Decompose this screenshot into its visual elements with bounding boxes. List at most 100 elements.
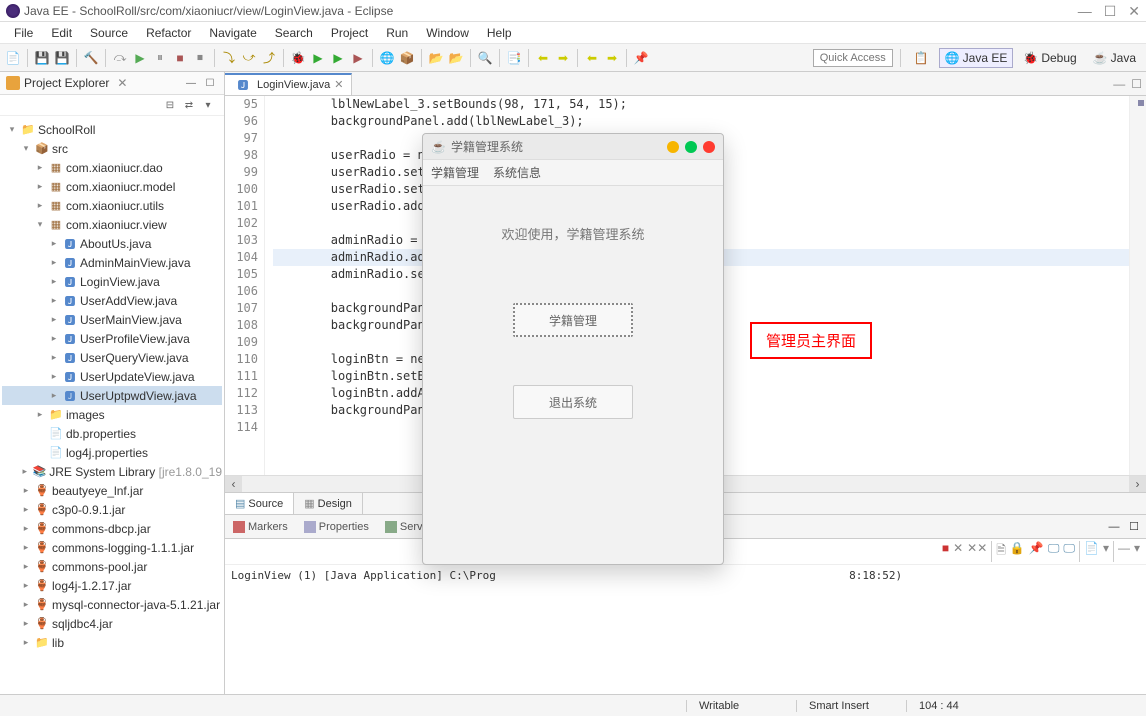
tree-lib[interactable]: ▸📁lib <box>2 633 222 652</box>
toggle-mark-icon[interactable]: 📑 <box>505 49 523 67</box>
dialog-menu-sysinfo[interactable]: 系统信息 <box>493 164 541 181</box>
tree-src[interactable]: ▾ 📦 src <box>2 139 222 158</box>
menu-help[interactable]: Help <box>479 24 520 42</box>
build-icon[interactable]: 🔨 <box>82 49 100 67</box>
tree-pkg-dao[interactable]: ▸ ▦ com.xiaoniucr.dao <box>2 158 222 177</box>
save-icon[interactable]: 💾 <box>33 49 51 67</box>
tree-jar[interactable]: ▸🏺mysql-connector-java-5.1.21.jar <box>2 595 222 614</box>
tree-file[interactable]: ▸🅹UserAddView.java <box>2 291 222 310</box>
search-icon[interactable]: 🔍 <box>476 49 494 67</box>
overview-ruler[interactable] <box>1129 96 1146 475</box>
close-view-icon[interactable]: ✕ <box>117 76 127 90</box>
tree-jar[interactable]: ▸🏺commons-pool.jar <box>2 557 222 576</box>
tree-jar[interactable]: ▸🏺commons-dbcp.jar <box>2 519 222 538</box>
tree-jar[interactable]: ▸🏺beautyeye_lnf.jar <box>2 481 222 500</box>
tree-pkg-view[interactable]: ▾ ▦ com.xiaoniucr.view <box>2 215 222 234</box>
menu-run[interactable]: Run <box>378 24 416 42</box>
tree-jar[interactable]: ▸🏺log4j-1.2.17.jar <box>2 576 222 595</box>
close-button[interactable]: ✕ <box>1128 4 1140 18</box>
step-return-icon[interactable]: ⤴ <box>260 49 278 67</box>
scroll-lock-icon[interactable]: 🔒 <box>1010 541 1025 562</box>
back-icon[interactable]: ⬅ <box>583 49 601 67</box>
link-editor-icon[interactable]: ⇄ <box>181 97 197 113</box>
remove-launch-icon[interactable]: ✕ <box>953 541 963 562</box>
pin-icon[interactable]: 📌 <box>632 49 650 67</box>
maximize-view-icon[interactable]: ☐ <box>1126 519 1142 535</box>
scroll-left-icon[interactable]: ‹ <box>225 476 242 493</box>
tree-jar[interactable]: ▸🏺sqljdbc4.jar <box>2 614 222 633</box>
minimize-view-icon[interactable]: — <box>1106 519 1122 535</box>
run-dropdown-icon[interactable]: ▶ <box>309 49 327 67</box>
tree-jar[interactable]: ▸🏺commons-logging-1.1.1.jar <box>2 538 222 557</box>
run-last-icon[interactable]: ▶ <box>329 49 347 67</box>
view-menu-icon[interactable]: ▾ <box>200 97 216 113</box>
console-content[interactable]: LoginView (1) [Java Application] C:\Prog… <box>225 565 1146 586</box>
console-min-icon[interactable]: — <box>1118 541 1130 562</box>
menu-edit[interactable]: Edit <box>43 24 80 42</box>
tree-pkg-utils[interactable]: ▸ ▦ com.xiaoniucr.utils <box>2 196 222 215</box>
terminate-icon[interactable]: ■ <box>942 541 949 562</box>
tree-project[interactable]: ▾ 📁 SchoolRoll <box>2 120 222 139</box>
editor-maximize-icon[interactable]: ☐ <box>1131 77 1142 91</box>
tree-dbprops[interactable]: 📄db.properties <box>2 424 222 443</box>
minimize-view-icon[interactable]: — <box>183 75 199 91</box>
tree-file[interactable]: ▸🅹AdminMainView.java <box>2 253 222 272</box>
step-into-icon[interactable]: ⤵ <box>220 49 238 67</box>
tree-jar[interactable]: ▸🏺c3p0-0.9.1.jar <box>2 500 222 519</box>
project-tree[interactable]: ▾ 📁 SchoolRoll ▾ 📦 src ▸ ▦ com.xiaoniucr… <box>0 116 224 694</box>
display-console-icon[interactable]: 🖵 <box>1048 541 1060 562</box>
console-dropdown-icon[interactable]: ▾ <box>1103 541 1109 562</box>
external-tools-icon[interactable]: ▶ <box>349 49 367 67</box>
close-tab-icon[interactable]: ✕ <box>334 78 343 91</box>
save-all-icon[interactable]: 💾 <box>53 49 71 67</box>
tree-file[interactable]: ▸🅹UserUpdateView.java <box>2 367 222 386</box>
debug-dropdown-icon[interactable]: 🐞 <box>289 49 307 67</box>
menu-refactor[interactable]: Refactor <box>138 24 199 42</box>
open-type-icon[interactable]: 📂 <box>427 49 445 67</box>
editor-tab-design[interactable]: ▦ Design <box>294 493 363 514</box>
new-icon[interactable]: 📄 <box>4 49 22 67</box>
perspective-java[interactable]: ☕ Java <box>1087 48 1142 68</box>
tree-file[interactable]: ▸🅹UserProfileView.java <box>2 329 222 348</box>
menu-search[interactable]: Search <box>267 24 321 42</box>
tree-file[interactable]: ▸🅹LoginView.java <box>2 272 222 291</box>
dialog-menu-manage[interactable]: 学籍管理 <box>431 164 479 181</box>
debug-disconnect-icon[interactable]: ⏹ <box>191 49 209 67</box>
editor-tab-source[interactable]: ▤ Source <box>225 493 294 514</box>
forward-icon[interactable]: ➡ <box>603 49 621 67</box>
debug-stop-icon[interactable]: ■ <box>171 49 189 67</box>
scroll-right-icon[interactable]: › <box>1129 476 1146 493</box>
dialog-minimize-button[interactable] <box>667 141 679 153</box>
editor-tab-loginview[interactable]: 🅹 LoginView.java ✕ <box>225 73 352 95</box>
collapse-all-icon[interactable]: ⊟ <box>162 97 178 113</box>
new-console-icon[interactable]: 📄 <box>1084 541 1099 562</box>
maximize-view-icon[interactable]: ☐ <box>202 75 218 91</box>
dialog-manage-button[interactable]: 学籍管理 <box>513 303 633 337</box>
tree-log4jprops[interactable]: 📄log4j.properties <box>2 443 222 462</box>
open-console-icon[interactable]: 🖵 <box>1063 541 1075 562</box>
dialog-zoom-button[interactable] <box>685 141 697 153</box>
editor-minimize-icon[interactable]: — <box>1113 77 1125 91</box>
menu-window[interactable]: Window <box>418 24 477 42</box>
minimize-button[interactable]: — <box>1078 4 1092 18</box>
debug-skip-icon[interactable]: ⤼ <box>111 49 129 67</box>
menu-file[interactable]: File <box>6 24 41 42</box>
prev-edit-icon[interactable]: ⬅ <box>534 49 552 67</box>
maximize-button[interactable]: ☐ <box>1104 4 1117 18</box>
step-over-icon[interactable]: ⤻ <box>240 49 258 67</box>
clear-console-icon[interactable]: 🗎 <box>996 541 1006 562</box>
tree-file[interactable]: ▸🅹UserQueryView.java <box>2 348 222 367</box>
remove-all-icon[interactable]: ✕✕ <box>967 541 987 562</box>
perspective-debug[interactable]: 🐞 Debug <box>1017 48 1082 68</box>
pin-console-icon[interactable]: 📌 <box>1029 541 1044 562</box>
open-perspective-button[interactable]: 📋 <box>908 48 935 68</box>
menu-project[interactable]: Project <box>323 24 376 42</box>
quick-access-input[interactable] <box>813 49 893 67</box>
dialog-close-button[interactable] <box>703 141 715 153</box>
open-task-icon[interactable]: 📂 <box>447 49 465 67</box>
tab-markers[interactable]: Markers <box>229 519 292 535</box>
tree-file[interactable]: ▸🅹UserMainView.java <box>2 310 222 329</box>
tree-file-selected[interactable]: ▸🅹UserUptpwdView.java <box>2 386 222 405</box>
new-server-icon[interactable]: 🌐 <box>378 49 396 67</box>
perspective-javaee[interactable]: 🌐 Java EE <box>939 48 1014 68</box>
